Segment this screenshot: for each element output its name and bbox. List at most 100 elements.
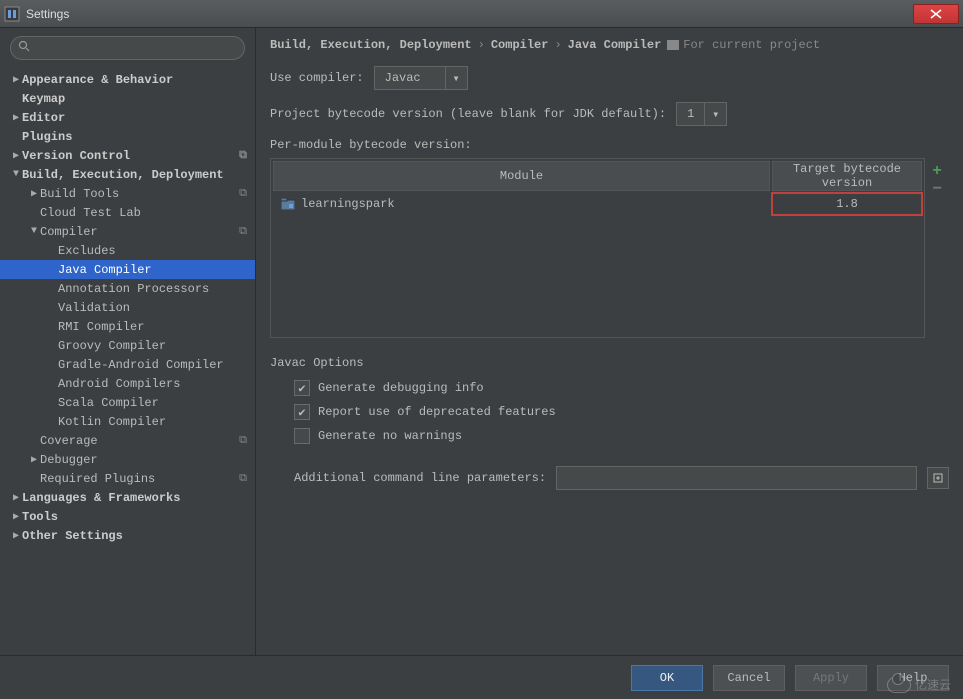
tree-arrow-icon: ▼ [28, 226, 40, 237]
module-cell[interactable]: learningspark [273, 193, 770, 215]
sidebar-item-label: Coverage [40, 434, 98, 448]
module-bytecode-table[interactable]: Module Target bytecode version learnings… [270, 158, 925, 338]
sidebar-item-label: Android Compilers [58, 377, 180, 391]
sidebar-item[interactable]: ▶Tools [0, 507, 255, 526]
sidebar-item[interactable]: ▶Editor [0, 108, 255, 127]
table-row[interactable]: learningspark1.8 [273, 193, 922, 215]
sidebar-item-label: RMI Compiler [58, 320, 144, 334]
tree-arrow-icon [28, 473, 40, 484]
tree-arrow-icon [46, 283, 58, 294]
project-scope-icon: ⧉ [239, 150, 247, 162]
settings-main: Build, Execution, Deployment › Compiler … [256, 28, 963, 655]
column-target[interactable]: Target bytecode version [772, 161, 922, 191]
generate-debug-label: Generate debugging info [318, 381, 484, 395]
sidebar-item-label: Required Plugins [40, 472, 155, 486]
no-warnings-checkbox[interactable] [294, 428, 310, 444]
sidebar-item[interactable]: ▶Other Settings [0, 526, 255, 545]
sidebar-item-label: Scala Compiler [58, 396, 159, 410]
tree-arrow-icon: ▶ [10, 112, 22, 124]
sidebar-item[interactable]: Cloud Test Lab [0, 203, 255, 222]
chevron-down-icon[interactable]: ▾ [704, 103, 726, 125]
sidebar-item[interactable]: ▶Build Tools⧉ [0, 184, 255, 203]
sidebar-item[interactable]: Kotlin Compiler [0, 412, 255, 431]
expand-params-button[interactable] [927, 467, 949, 489]
sidebar-item-label: Groovy Compiler [58, 339, 166, 353]
project-bytecode-label: Project bytecode version (leave blank fo… [270, 107, 666, 121]
sidebar-item-label: Plugins [22, 130, 72, 144]
breadcrumb-crumb[interactable]: Compiler [491, 38, 549, 52]
help-button[interactable]: Help [877, 665, 949, 691]
settings-tree[interactable]: ▶Appearance & Behavior Keymap▶Editor Plu… [0, 68, 255, 655]
breadcrumb-sep: › [554, 38, 561, 52]
search-input[interactable] [10, 36, 245, 60]
add-module-button[interactable]: + [928, 162, 946, 180]
sidebar-item[interactable]: ▼Compiler⧉ [0, 222, 255, 241]
cancel-button[interactable]: Cancel [713, 665, 785, 691]
sidebar-item[interactable]: ▶Appearance & Behavior [0, 70, 255, 89]
sidebar-item-label: Gradle-Android Compiler [58, 358, 224, 372]
tree-arrow-icon [46, 302, 58, 313]
sidebar-item-label: Debugger [40, 453, 98, 467]
tree-arrow-icon [28, 207, 40, 218]
per-module-label: Per-module bytecode version: [270, 138, 949, 152]
sidebar-item-label: Editor [22, 111, 65, 125]
report-deprecated-label: Report use of deprecated features [318, 405, 556, 419]
tree-arrow-icon: ▶ [10, 492, 22, 504]
sidebar-item[interactable]: Scala Compiler [0, 393, 255, 412]
sidebar-item[interactable]: RMI Compiler [0, 317, 255, 336]
tree-arrow-icon [46, 378, 58, 389]
additional-params-label: Additional command line parameters: [294, 471, 546, 485]
tree-arrow-icon: ▶ [10, 150, 22, 162]
sidebar-item[interactable]: Required Plugins ⧉ [0, 469, 255, 488]
tree-arrow-icon [28, 435, 40, 446]
sidebar-item[interactable]: ▶Languages & Frameworks [0, 488, 255, 507]
sidebar-item[interactable]: Annotation Processors [0, 279, 255, 298]
sidebar-item[interactable]: Groovy Compiler [0, 336, 255, 355]
tree-arrow-icon [46, 321, 58, 332]
report-deprecated-checkbox[interactable] [294, 404, 310, 420]
sidebar-item[interactable]: ▶Debugger [0, 450, 255, 469]
breadcrumb-crumb[interactable]: Build, Execution, Deployment [270, 38, 472, 52]
sidebar-item[interactable]: Gradle-Android Compiler [0, 355, 255, 374]
sidebar-item[interactable]: Keymap [0, 89, 255, 108]
additional-params-input[interactable] [556, 466, 917, 490]
target-bytecode-cell[interactable]: 1.8 [772, 193, 922, 215]
module-icon [281, 198, 295, 210]
generate-debug-checkbox[interactable] [294, 380, 310, 396]
sidebar-item[interactable]: ▼Build, Execution, Deployment [0, 165, 255, 184]
sidebar-item[interactable]: Coverage ⧉ [0, 431, 255, 450]
project-scope-badge: For current project [667, 38, 820, 52]
remove-module-button[interactable]: − [928, 180, 946, 198]
tree-arrow-icon [46, 397, 58, 408]
ok-button[interactable]: OK [631, 665, 703, 691]
use-compiler-combo[interactable]: Javac ▾ [374, 66, 468, 90]
sidebar-item[interactable]: Plugins [0, 127, 255, 146]
sidebar-item-label: Appearance & Behavior [22, 73, 173, 87]
sidebar-item-label: Validation [58, 301, 130, 315]
app-icon [4, 6, 20, 22]
sidebar-item-label: Keymap [22, 92, 65, 106]
window-close-button[interactable] [913, 4, 959, 24]
sidebar-item-label: Java Compiler [58, 263, 152, 277]
tree-arrow-icon: ▶ [28, 188, 40, 200]
chevron-down-icon[interactable]: ▾ [445, 67, 467, 89]
search-icon [18, 40, 30, 56]
project-scope-icon: ⧉ [239, 435, 247, 447]
column-module[interactable]: Module [273, 161, 770, 191]
tree-arrow-icon [46, 264, 58, 275]
sidebar-item[interactable]: Android Compilers [0, 374, 255, 393]
project-bytecode-combo[interactable]: 1 ▾ [676, 102, 727, 126]
window-title: Settings [26, 7, 913, 21]
use-compiler-label: Use compiler: [270, 71, 364, 85]
sidebar-item[interactable]: Excludes [0, 241, 255, 260]
project-scope-icon: ⧉ [239, 473, 247, 485]
sidebar-item[interactable]: ▶Version Control⧉ [0, 146, 255, 165]
apply-button[interactable]: Apply [795, 665, 867, 691]
tree-arrow-icon: ▶ [28, 454, 40, 466]
sidebar-item[interactable]: Java Compiler [0, 260, 255, 279]
settings-sidebar: ▶Appearance & Behavior Keymap▶Editor Plu… [0, 28, 256, 655]
sidebar-item[interactable]: Validation [0, 298, 255, 317]
sidebar-item-label: Compiler [40, 225, 98, 239]
tree-arrow-icon [10, 131, 22, 142]
tree-arrow-icon: ▼ [10, 169, 22, 180]
